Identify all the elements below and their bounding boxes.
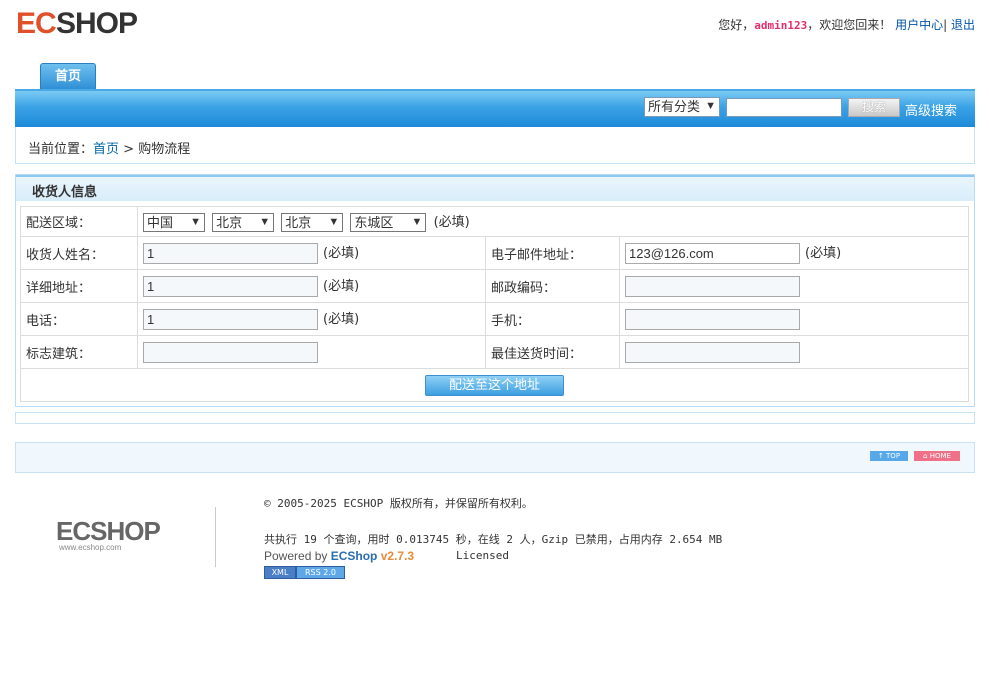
- province-value: 北京: [216, 215, 243, 230]
- region-selects: 中国 ▼ 北京 ▼ 北京 ▼ 东城区 ▼ (必填): [137, 206, 969, 237]
- logout-link[interactable]: 退出: [951, 18, 975, 32]
- name-required: (必填): [323, 246, 360, 261]
- breadcrumb-prefix: 当前位置：: [28, 142, 94, 157]
- consignee-name-input[interactable]: 1: [143, 243, 318, 264]
- email-label: 电子邮件地址：: [485, 236, 620, 270]
- region-required: (必填): [433, 215, 470, 230]
- category-select-value: 所有分类: [648, 99, 701, 114]
- address-zip-row: 详细地址： 1 (必填) 邮政编码：: [20, 269, 969, 303]
- address-input[interactable]: 1: [143, 276, 318, 297]
- divider-box: [15, 412, 975, 424]
- powered-by: Powered by ECShop v2.7.3: [264, 549, 414, 563]
- chevron-down-icon: ▼: [190, 216, 201, 228]
- email-input[interactable]: 123@126.com: [625, 243, 800, 264]
- svg-text:SHOP: SHOP: [56, 7, 137, 40]
- mobile-label: 手机：: [485, 302, 620, 336]
- ecshop-brand-link[interactable]: ECShop: [331, 549, 378, 563]
- consignee-panel-header: [16, 175, 974, 201]
- search-input[interactable]: [726, 98, 842, 117]
- footer-ecshop-logo[interactable]: ECSHOP www.ecshop.com: [56, 518, 160, 554]
- building-time-row: 标志建筑： 最佳送货时间：: [20, 335, 969, 369]
- building-label: 标志建筑：: [20, 335, 138, 369]
- breadcrumb-arrow: >: [123, 142, 135, 157]
- greeting-text: 您好，: [718, 18, 755, 32]
- user-links: 您好，admin123，欢迎您回来！ 用户中心| 退出: [718, 16, 975, 33]
- copyright-text: © 2005-2025 ECSHOP 版权所有，并保留所有权利。: [264, 497, 533, 510]
- consignee-panel-title: 收货人信息: [32, 185, 98, 200]
- email-required: (必填): [805, 246, 842, 261]
- category-select[interactable]: 所有分类 ▼: [644, 97, 720, 117]
- breadcrumb-home-link[interactable]: 首页: [93, 142, 119, 157]
- link-separator: |: [943, 18, 948, 32]
- version-text: v2.7.3: [380, 549, 415, 563]
- building-input[interactable]: [143, 341, 318, 363]
- svg-text:www.ecshop.com: www.ecshop.com: [58, 543, 122, 552]
- back-to-top-button[interactable]: ↑ TOP: [870, 451, 908, 461]
- country-select[interactable]: 中国 ▼: [143, 213, 205, 232]
- district-value: 东城区: [354, 215, 394, 230]
- footer-bar: [15, 442, 975, 473]
- country-value: 中国: [147, 215, 174, 230]
- zipcode-input[interactable]: [625, 275, 800, 297]
- district-select[interactable]: 东城区 ▼: [350, 213, 427, 232]
- tab-home[interactable]: 首页: [40, 63, 96, 89]
- region-label: 配送区域：: [20, 206, 138, 237]
- svg-text:EC: EC: [16, 7, 56, 40]
- province-select[interactable]: 北京 ▼: [212, 213, 275, 232]
- xml-badge[interactable]: XML: [264, 566, 296, 579]
- ship-to-address-button[interactable]: 配送至这个地址: [425, 374, 564, 396]
- tel-mobile-row: 电话： 1 (必填) 手机：: [20, 302, 969, 336]
- tel-label: 电话：: [20, 302, 138, 336]
- name-email-row: 收货人姓名： 1 (必填) 电子邮件地址： 123@126.com (必填): [20, 236, 969, 270]
- best-time-label: 最佳送货时间：: [485, 335, 620, 369]
- breadcrumb: 当前位置：首页 > 购物流程: [28, 138, 190, 157]
- chevron-down-icon: ▼: [705, 100, 716, 112]
- tel-input[interactable]: 1: [143, 309, 318, 330]
- address-label: 详细地址：: [20, 269, 138, 303]
- username: admin123: [754, 19, 808, 32]
- home-button[interactable]: ⌂ HOME: [914, 451, 960, 461]
- powered-by-label: Powered by: [264, 549, 328, 563]
- advanced-search-link[interactable]: 高级搜索: [905, 100, 957, 119]
- chevron-down-icon: ▼: [328, 216, 340, 228]
- search-button[interactable]: 搜索: [848, 98, 900, 117]
- city-select[interactable]: 北京 ▼: [281, 213, 344, 232]
- breadcrumb-current: 购物流程: [138, 142, 191, 157]
- user-center-link[interactable]: 用户中心: [895, 18, 943, 32]
- chevron-down-icon: ▼: [411, 216, 423, 228]
- zipcode-label: 邮政编码：: [485, 269, 620, 303]
- tel-required: (必填): [323, 312, 360, 327]
- rss-badge[interactable]: RSS 2.0: [296, 566, 345, 579]
- ecshop-logo[interactable]: EC SHOP: [16, 6, 138, 42]
- stats-text: 共执行 19 个查询，用时 0.013745 秒，在线 2 人，Gzip 已禁用…: [264, 533, 723, 546]
- mobile-input[interactable]: [625, 308, 800, 330]
- svg-text:ECSHOP: ECSHOP: [56, 518, 160, 546]
- chevron-down-icon: ▼: [259, 216, 271, 228]
- city-value: 北京: [285, 215, 312, 230]
- consignee-form: 配送区域： 中国 ▼ 北京 ▼ 北京 ▼ 东城区 ▼ (必填) 收货人姓名： 1 (必填)…: [20, 206, 969, 402]
- licensed-text: Licensed: [456, 549, 509, 562]
- name-label: 收货人姓名：: [20, 236, 138, 270]
- footer-divider: [215, 507, 216, 567]
- best-time-input[interactable]: [625, 341, 800, 363]
- region-row: 配送区域： 中国 ▼ 北京 ▼ 北京 ▼ 东城区 ▼ (必填): [20, 206, 969, 237]
- submit-row: 配送至这个地址: [20, 368, 969, 402]
- address-required: (必填): [323, 279, 360, 294]
- welcome-text: ，欢迎您回来！: [807, 18, 892, 32]
